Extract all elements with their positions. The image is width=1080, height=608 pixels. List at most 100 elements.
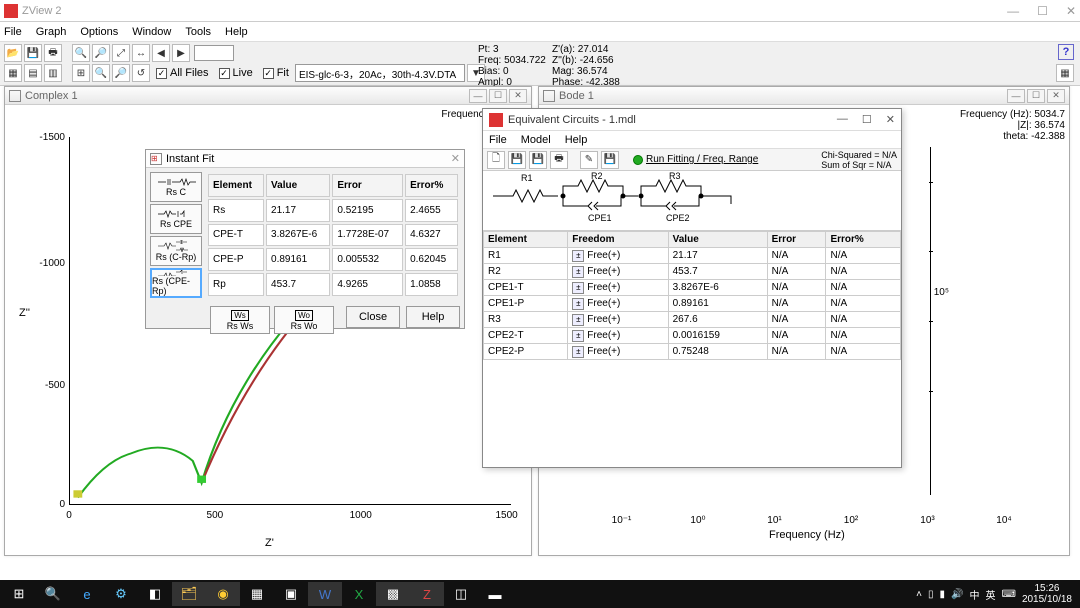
complex-titlebar[interactable]: Complex 1 — ☐ ✕ (5, 87, 531, 105)
bode-max-button[interactable]: ☐ (1027, 89, 1045, 103)
instant-fit-help-button[interactable]: Help (406, 306, 460, 328)
tray-icon[interactable]: ▯ (928, 589, 934, 600)
eq-menu-file[interactable]: File (489, 134, 507, 146)
check-live[interactable]: ✓Live (219, 67, 253, 79)
tool-print-icon[interactable]: 🖶 (44, 44, 62, 62)
app-title: ZView 2 (22, 5, 62, 17)
tool-grid3-icon[interactable]: ▥ (44, 64, 62, 82)
bode-close-button[interactable]: ✕ (1047, 89, 1065, 103)
eq-menu-help[interactable]: Help (565, 134, 588, 146)
excel-icon[interactable]: X (342, 582, 376, 606)
tray-lang2[interactable]: 英 (986, 587, 996, 602)
bode-titlebar[interactable]: Bode 1 — ☐ ✕ (539, 87, 1069, 105)
tool-save-icon[interactable]: 💾 (24, 44, 42, 62)
tool-zoom-icon[interactable]: ⤢ (112, 44, 130, 62)
tool-arrow-icon[interactable]: ◀ (152, 44, 170, 62)
word-icon[interactable]: W (308, 582, 342, 606)
menu-window[interactable]: Window (132, 26, 171, 38)
menu-help[interactable]: Help (225, 26, 248, 38)
table-row: CPE-T3.8267E-61.7728E-074.6327 (208, 224, 458, 247)
system-tray[interactable]: ˄ ▯ ▮ 🔊 中 英 ⌨ 15:26 2015/10/18 (916, 583, 1078, 605)
tool-cursor-icon[interactable]: ↔ (132, 44, 150, 62)
fit-rswo-button[interactable]: WoRs Wo (274, 306, 334, 334)
eq-save-icon[interactable]: 💾 (529, 151, 547, 169)
tool-grid-icon[interactable]: ▦ (4, 64, 22, 82)
app5-icon[interactable]: ◫ (444, 582, 478, 606)
file-dropdown[interactable]: EIS-glc-6-3，20Ac，30th-4.3V.DTA (295, 64, 465, 82)
complex-min-button[interactable]: — (469, 89, 487, 103)
check-allfiles[interactable]: ✓All Files (156, 67, 209, 79)
app1-icon[interactable]: ◧ (138, 582, 172, 606)
ie-icon[interactable]: e (70, 582, 104, 606)
freedom-toggle[interactable]: ± (572, 282, 584, 294)
maximize-button[interactable]: ☐ (1037, 4, 1048, 18)
explorer-icon[interactable]: 🗂 (172, 582, 206, 606)
tool-extra-icon[interactable]: ▦ (1056, 64, 1074, 82)
menu-options[interactable]: Options (80, 26, 118, 38)
bode-min-button[interactable]: — (1007, 89, 1025, 103)
zview-icon[interactable]: Z (410, 582, 444, 606)
complex-max-button[interactable]: ☐ (489, 89, 507, 103)
settings-icon[interactable]: ⚙ (104, 582, 138, 606)
tool-zoomout-icon[interactable]: 🔎 (92, 44, 110, 62)
fit-rscperp-button[interactable]: Rs (CPE-Rp) (150, 268, 202, 298)
tray-clock[interactable]: 15:26 2015/10/18 (1022, 583, 1072, 605)
check-fit[interactable]: ✓Fit (263, 67, 289, 79)
freedom-toggle[interactable]: ± (572, 330, 584, 342)
table-row: Rs21.170.521952.4655 (208, 199, 458, 222)
eq-max-button[interactable]: ☐ (862, 113, 872, 126)
app3-icon[interactable]: ▣ (274, 582, 308, 606)
tray-net-icon[interactable]: ▮ (940, 589, 946, 600)
fit-rscpe-button[interactable]: Rs CPE (150, 204, 202, 234)
tray-up-icon[interactable]: ˄ (916, 589, 922, 600)
freedom-toggle[interactable]: ± (572, 298, 584, 310)
tool-zoomin-icon[interactable]: 🔍 (72, 44, 90, 62)
fit-rscrp-button[interactable]: Rs (C-Rp) (150, 236, 202, 266)
fit-rsws-button[interactable]: WsRs Ws (210, 306, 270, 334)
eq-edit-icon[interactable]: ✎ (580, 151, 598, 169)
menu-file[interactable]: File (4, 26, 22, 38)
search-icon[interactable]: 🔍 (36, 582, 70, 606)
eq-close-button[interactable]: ✕ (886, 113, 895, 126)
menu-tools[interactable]: Tools (185, 26, 211, 38)
app6-icon[interactable]: ▬ (478, 582, 512, 606)
calc-icon[interactable]: ▦ (240, 582, 274, 606)
eq-titlebar[interactable]: Equivalent Circuits - 1.mdl — ☐ ✕ (483, 109, 901, 131)
eq-min-button[interactable]: — (837, 113, 848, 126)
tool-reset-icon[interactable]: ↺ (132, 64, 150, 82)
instant-fit-titlebar[interactable]: ⊞ Instant Fit ✕ (146, 150, 464, 168)
tool-fit-icon[interactable]: ⊞ (72, 64, 90, 82)
eq-open-icon[interactable]: 💾 (508, 151, 526, 169)
eq-run-button[interactable]: Run Fitting / Freq. Range (633, 154, 758, 165)
freedom-toggle[interactable]: ± (572, 314, 584, 326)
tool-dropdown[interactable] (194, 45, 234, 61)
eq-print-icon[interactable]: 🖶 (550, 151, 568, 169)
eq-circuit-diagram[interactable]: R1 R2 CPE1 R3 CPE2 (483, 171, 901, 231)
freedom-toggle[interactable]: ± (572, 266, 584, 278)
tool-zoom2-icon[interactable]: 🔍 (92, 64, 110, 82)
complex-close-button[interactable]: ✕ (509, 89, 527, 103)
instant-fit-close-icon[interactable]: ✕ (451, 152, 460, 165)
eq-new-icon[interactable]: 🗋 (487, 151, 505, 169)
eq-menu-model[interactable]: Model (521, 134, 551, 146)
table-row: CPE-P0.891610.0055320.62045 (208, 248, 458, 271)
tray-kb-icon[interactable]: ⌨ (1002, 589, 1016, 600)
eq-copy-icon[interactable]: 💾 (601, 151, 619, 169)
instant-fit-close-button[interactable]: Close (346, 306, 400, 328)
app2-icon[interactable]: ◉ (206, 582, 240, 606)
freedom-toggle[interactable]: ± (572, 346, 584, 358)
minimize-button[interactable]: — (1007, 4, 1019, 18)
start-button[interactable]: ⊞ (2, 582, 36, 606)
close-button[interactable]: ✕ (1066, 4, 1076, 18)
menu-graph[interactable]: Graph (36, 26, 67, 38)
freedom-toggle[interactable]: ± (572, 250, 584, 262)
fit-rsc-button[interactable]: Rs C (150, 172, 202, 202)
tool-arrow2-icon[interactable]: ▶ (172, 44, 190, 62)
tray-vol-icon[interactable]: 🔊 (951, 589, 963, 600)
tool-grid2-icon[interactable]: ▤ (24, 64, 42, 82)
tray-lang1[interactable]: 中 (970, 587, 980, 602)
tool-zoom3-icon[interactable]: 🔎 (112, 64, 130, 82)
app4-icon[interactable]: ▩ (376, 582, 410, 606)
tool-open-icon[interactable]: 📂 (4, 44, 22, 62)
help-button[interactable]: ? (1058, 44, 1074, 60)
